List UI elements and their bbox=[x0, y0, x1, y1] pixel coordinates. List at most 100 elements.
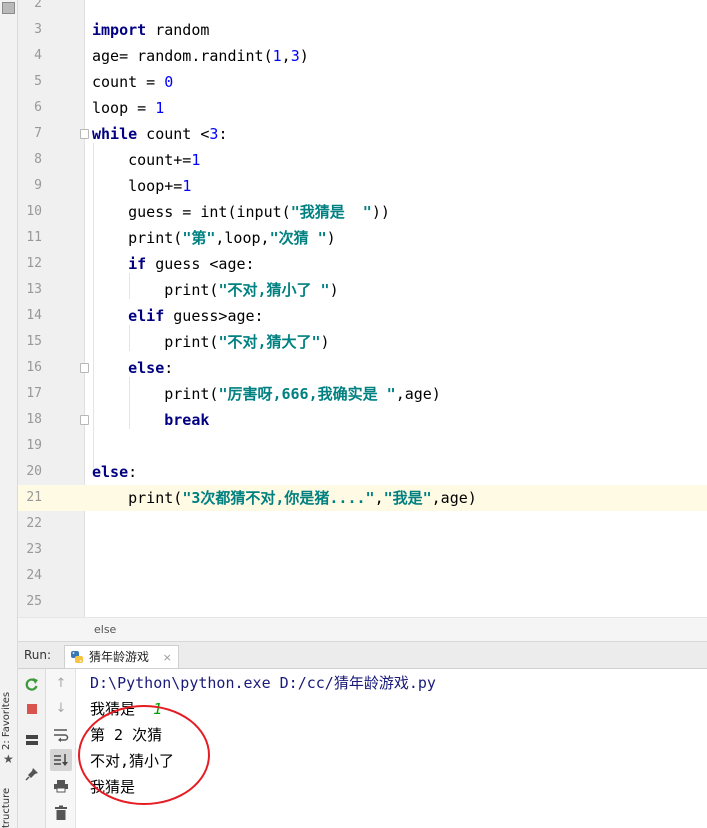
line-number: 18 bbox=[26, 412, 42, 427]
code-line-current[interactable]: 21 print("3次都猜不对,你是猪....","我是",age) bbox=[18, 485, 707, 511]
code-line[interactable]: 9 loop+=1 bbox=[18, 173, 707, 199]
string-token: "我是" bbox=[383, 489, 432, 507]
line-number: 9 bbox=[34, 178, 42, 193]
string-token: "厉害呀,666,我确实是 " bbox=[218, 385, 396, 403]
line-number: 15 bbox=[26, 334, 42, 349]
line-number: 22 bbox=[26, 516, 42, 531]
keyword-token: import bbox=[92, 21, 147, 39]
code-token: ) bbox=[320, 333, 330, 351]
up-arrow-icon[interactable]: ↑ bbox=[50, 673, 72, 695]
code-line[interactable]: 8 count+=1 bbox=[18, 147, 707, 173]
code-token: print( bbox=[92, 385, 219, 403]
code-token: : bbox=[128, 463, 138, 481]
code-line[interactable]: 17 print("厉害呀,666,我确实是 ",age) bbox=[18, 381, 707, 407]
code-token: guess>age: bbox=[164, 307, 264, 325]
line-number: 8 bbox=[34, 152, 42, 167]
code-line[interactable]: 4 age= random.randint(1,3) bbox=[18, 43, 707, 69]
keyword-token: break bbox=[164, 411, 210, 429]
number-token: 1 bbox=[272, 47, 282, 65]
code-text: import random bbox=[92, 17, 209, 43]
keyword-token: while bbox=[92, 125, 138, 143]
line-number: 19 bbox=[26, 438, 42, 453]
favorites-tool-button[interactable]: 2: Favorites bbox=[1, 686, 17, 750]
code-line[interactable]: 12 if guess <age: bbox=[18, 251, 707, 277]
fold-marker-icon[interactable] bbox=[80, 129, 89, 139]
print-icon[interactable] bbox=[50, 775, 72, 797]
code-text: count = 0 bbox=[92, 69, 173, 95]
code-line[interactable]: 2 bbox=[18, 0, 707, 17]
code-editor[interactable]: 2 3 import random 4 age= random.randint(1,3)… bbox=[18, 0, 707, 617]
down-arrow-icon[interactable]: ↓ bbox=[50, 698, 72, 720]
pin-icon[interactable] bbox=[21, 763, 43, 785]
line-number: 5 bbox=[34, 74, 42, 89]
code-line[interactable]: 10 guess = int(input("我猜是 ")) bbox=[18, 199, 707, 225]
code-line[interactable]: 14 elif guess>age: bbox=[18, 303, 707, 329]
soft-wrap-icon[interactable] bbox=[50, 724, 72, 746]
console-command: D:\Python\python.exe D:/cc/猜年龄游戏.py bbox=[90, 674, 436, 692]
line-number: 16 bbox=[26, 360, 42, 375]
line-number: 12 bbox=[26, 256, 42, 271]
code-line[interactable]: 16 else: bbox=[18, 355, 707, 381]
line-number: 23 bbox=[26, 542, 42, 557]
line-number: 10 bbox=[26, 204, 42, 219]
code-line[interactable]: 22 bbox=[18, 511, 707, 537]
scroll-to-end-icon[interactable] bbox=[50, 749, 72, 771]
code-line[interactable]: 7 while count <3: bbox=[18, 121, 707, 147]
code-token: ) bbox=[299, 47, 309, 65]
code-token: age= random.randint( bbox=[92, 47, 273, 65]
code-token: count < bbox=[137, 125, 210, 143]
code-token: ,loop, bbox=[215, 229, 270, 247]
code-token: ,age) bbox=[395, 385, 441, 403]
code-token: )) bbox=[371, 203, 390, 221]
structure-tool-button[interactable]: tructure bbox=[1, 782, 17, 828]
stop-icon[interactable] bbox=[21, 698, 43, 720]
left-tool-strip: 2: Favorites ★ tructure bbox=[0, 0, 18, 828]
run-label: Run: bbox=[24, 648, 52, 662]
fold-marker-icon[interactable] bbox=[80, 363, 89, 373]
code-text: count+=1 bbox=[92, 147, 200, 173]
code-text: guess = int(input("我猜是 ")) bbox=[92, 199, 390, 225]
code-line[interactable]: 3 import random bbox=[18, 17, 707, 43]
code-line[interactable]: 11 print("第",loop,"次猜 ") bbox=[18, 225, 707, 251]
trash-icon[interactable] bbox=[50, 802, 72, 824]
code-line[interactable]: 6 loop = 1 bbox=[18, 95, 707, 121]
close-icon[interactable]: × bbox=[163, 651, 172, 664]
python-icon bbox=[71, 651, 83, 663]
code-line[interactable]: 19 bbox=[18, 433, 707, 459]
number-token: 3 bbox=[290, 47, 300, 65]
code-line[interactable]: 15 print("不对,猜大了") bbox=[18, 329, 707, 355]
breadcrumb-item[interactable]: else bbox=[94, 623, 116, 636]
code-line[interactable]: 13 print("不对,猜小了 ") bbox=[18, 277, 707, 303]
layout-icon[interactable] bbox=[21, 729, 43, 751]
code-text: age= random.randint(1,3) bbox=[92, 43, 309, 69]
code-line[interactable]: 5 count = 0 bbox=[18, 69, 707, 95]
rerun-icon[interactable] bbox=[21, 673, 43, 695]
number-token: 1 bbox=[182, 177, 192, 195]
code-token: , bbox=[281, 47, 291, 65]
run-toolbar-right: ↑ ↓ bbox=[46, 669, 76, 828]
breadcrumb: else bbox=[18, 617, 707, 642]
code-line[interactable]: 25 bbox=[18, 589, 707, 615]
keyword-token: else bbox=[128, 359, 165, 377]
line-number: 4 bbox=[34, 48, 42, 63]
project-folder-icon[interactable] bbox=[2, 2, 15, 14]
line-number: 3 bbox=[34, 22, 42, 37]
fold-marker-icon[interactable] bbox=[80, 415, 89, 425]
code-token: : bbox=[218, 125, 228, 143]
string-token: "不对,猜大了" bbox=[218, 333, 321, 351]
code-line[interactable]: 23 bbox=[18, 537, 707, 563]
run-tab[interactable]: 猜年龄游戏 × bbox=[64, 645, 179, 668]
code-line[interactable]: 18 break bbox=[18, 407, 707, 433]
string-token: "3次都猜不对,你是猪...." bbox=[182, 489, 375, 507]
code-line[interactable]: 20 else: bbox=[18, 459, 707, 485]
line-number: 21 bbox=[26, 490, 42, 505]
code-token: loop+= bbox=[92, 177, 183, 195]
code-text: print("第",loop,"次猜 ") bbox=[92, 225, 336, 251]
line-number: 24 bbox=[26, 568, 42, 583]
code-text: if guess <age: bbox=[92, 251, 254, 277]
number-token: 1 bbox=[155, 99, 165, 117]
string-token: "次猜 " bbox=[269, 229, 327, 247]
code-text: print("厉害呀,666,我确实是 ",age) bbox=[92, 381, 441, 407]
code-line[interactable]: 24 bbox=[18, 563, 707, 589]
